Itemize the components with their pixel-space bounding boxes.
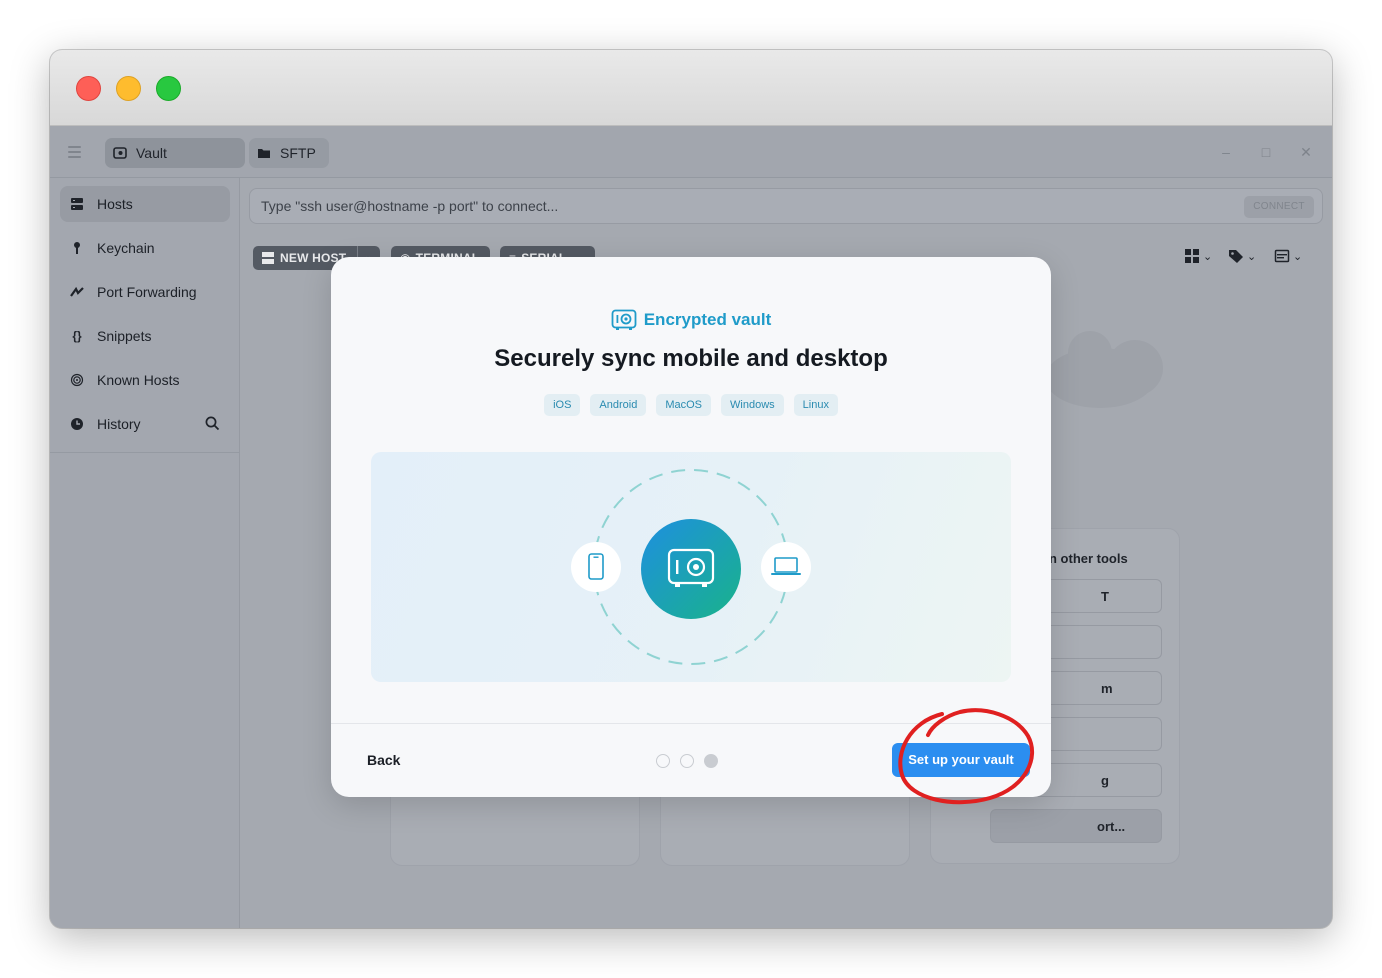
grid-view-icon[interactable]: ⌄: [1184, 247, 1212, 265]
hosts-icon: [70, 197, 84, 211]
tag-icon[interactable]: ⌄: [1228, 247, 1256, 265]
connect-bar[interactable]: Type "ssh user@hostname -p port" to conn…: [249, 188, 1323, 224]
sidebar-item-label: Snippets: [97, 328, 152, 344]
modal-headline: Securely sync mobile and desktop: [494, 345, 888, 372]
pagination-dot-active[interactable]: [704, 754, 718, 768]
eyebrow-label: Encrypted vault: [643, 310, 772, 329]
close-icon[interactable]: ✕: [1296, 142, 1316, 162]
braces-icon: {}: [72, 329, 82, 343]
sidebar-item-port-forwarding[interactable]: Port Forwarding: [60, 274, 230, 310]
tab-vault[interactable]: Vault: [105, 138, 245, 168]
platform-chip: iOS: [544, 394, 581, 416]
pagination-dot[interactable]: [680, 754, 694, 768]
history-icon: [70, 417, 84, 431]
port-forwarding-icon: [70, 285, 84, 299]
zoom-window-button[interactable]: [156, 76, 181, 101]
sidebar: Hosts Keychain Port Forwarding {} Snippe…: [50, 178, 240, 928]
import-tools-title: n other tools: [1049, 551, 1128, 566]
tab-bar: Vault SFTP – □ ✕: [50, 126, 1332, 178]
vault-safe-icon: [641, 519, 741, 619]
sidebar-item-label: Known Hosts: [97, 372, 180, 388]
platform-chip: Android: [590, 394, 647, 416]
sidebar-item-history[interactable]: History: [60, 406, 230, 442]
sidebar-item-label: Keychain: [97, 240, 155, 256]
close-window-button[interactable]: [76, 76, 101, 101]
sidebar-item-label: History: [97, 416, 141, 432]
sort-icon[interactable]: ⌄: [1274, 247, 1302, 265]
cloud-illustration: [1045, 331, 1163, 408]
platform-chip: Windows: [721, 394, 784, 416]
minimize-icon[interactable]: –: [1216, 142, 1236, 162]
pagination-dots: [656, 754, 718, 768]
window-titlebar: [50, 50, 1332, 126]
search-icon[interactable]: [205, 416, 220, 434]
sidebar-item-keychain[interactable]: Keychain: [60, 230, 230, 266]
platform-chips: iOS Android MacOS Windows Linux: [331, 394, 1051, 416]
vault-onboarding-modal: Encrypted vault Securely sync mobile and…: [331, 257, 1051, 797]
menu-icon[interactable]: [68, 146, 81, 158]
back-button[interactable]: Back: [367, 752, 400, 768]
vault-icon: [113, 146, 127, 160]
sync-illustration: [371, 452, 1011, 682]
set-up-vault-button[interactable]: Set up your vault: [892, 743, 1030, 777]
connect-button[interactable]: CONNECT: [1244, 196, 1314, 218]
tab-vault-label: Vault: [136, 145, 167, 161]
sidebar-item-known-hosts[interactable]: Known Hosts: [60, 362, 230, 398]
connect-input[interactable]: Type "ssh user@hostname -p port" to conn…: [261, 198, 558, 214]
grid-icon: [262, 252, 274, 264]
tab-sftp[interactable]: SFTP: [249, 138, 329, 168]
key-icon: [70, 241, 84, 255]
folder-icon: [257, 146, 271, 160]
maximize-icon[interactable]: □: [1256, 142, 1276, 162]
sidebar-item-label: Hosts: [97, 196, 133, 212]
laptop-icon: [761, 542, 811, 592]
pagination-dot[interactable]: [656, 754, 670, 768]
sidebar-item-label: Port Forwarding: [97, 284, 197, 300]
sidebar-divider: [50, 452, 240, 453]
platform-chip: Linux: [793, 394, 838, 416]
phone-icon: [571, 542, 621, 592]
vault-icon: [611, 309, 637, 330]
minimize-window-button[interactable]: [116, 76, 141, 101]
sidebar-item-hosts[interactable]: Hosts: [60, 186, 230, 222]
import-more-row[interactable]: ort...: [990, 809, 1162, 843]
platform-chip: MacOS: [656, 394, 712, 416]
modal-eyebrow: Encrypted vault: [331, 309, 1051, 331]
fingerprint-icon: [70, 373, 84, 387]
tab-sftp-label: SFTP: [280, 145, 316, 161]
modal-footer-divider: [331, 723, 1051, 724]
sidebar-item-snippets[interactable]: {} Snippets: [60, 318, 230, 354]
